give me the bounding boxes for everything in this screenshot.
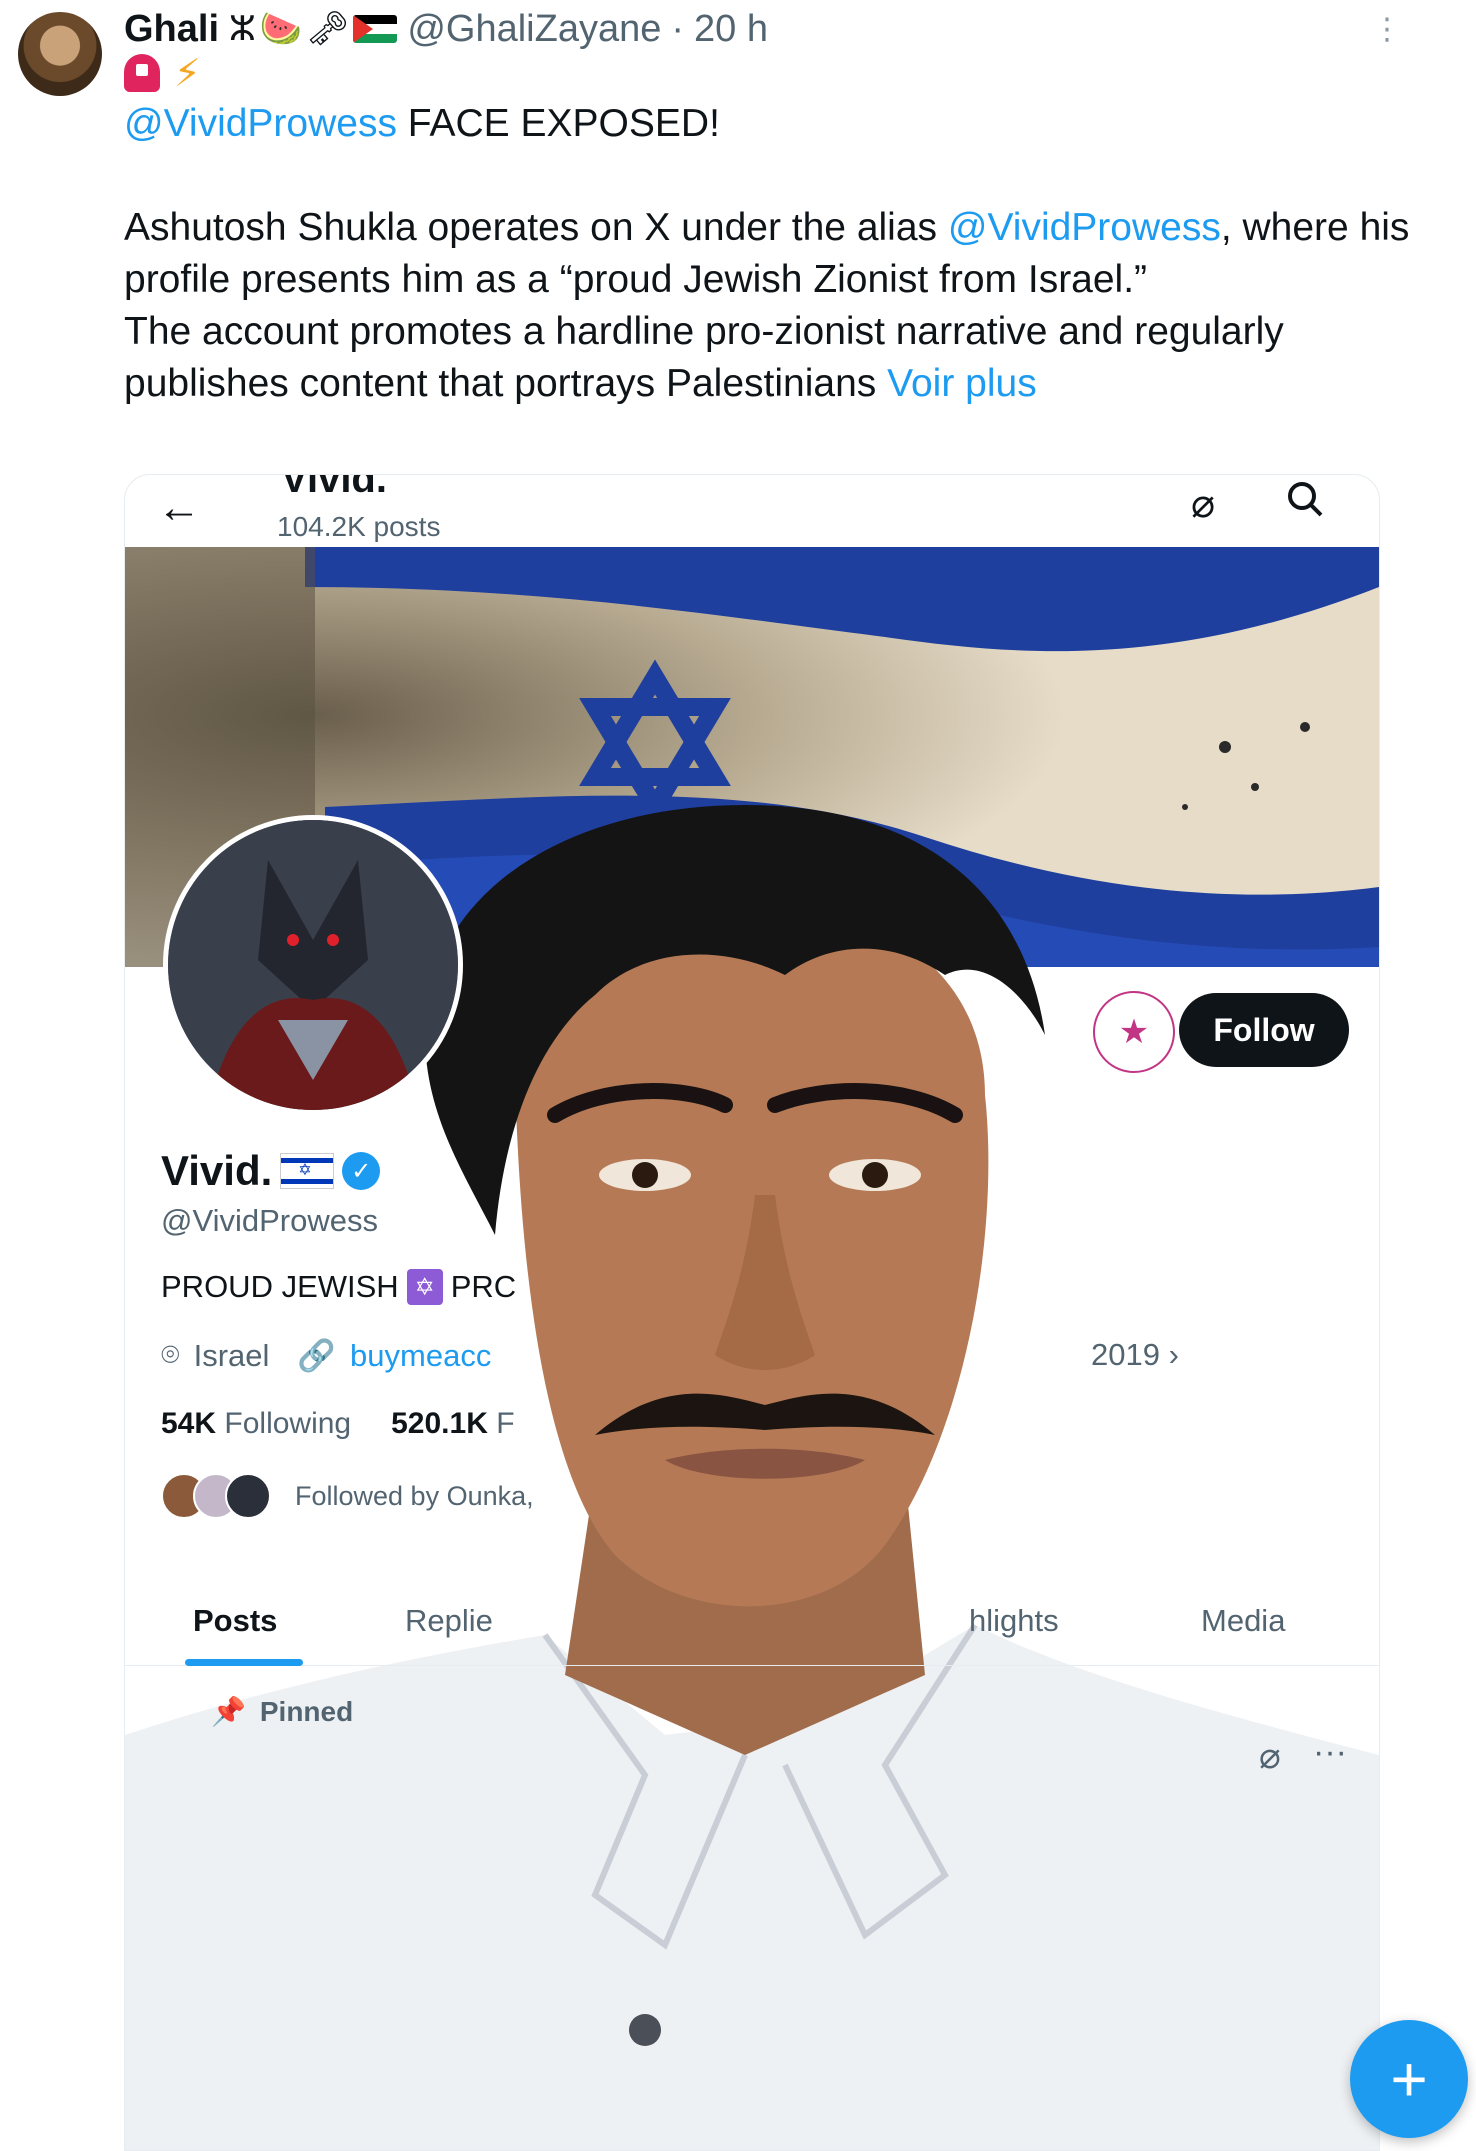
bio-text-a: PROUD JEWISH	[161, 1269, 399, 1304]
profile-bio: PROUD JEWISH ✡ PRC	[161, 1269, 516, 1305]
headline-text: FACE EXPOSED!	[396, 102, 720, 145]
star-of-david-icon: ✡	[406, 1269, 443, 1305]
author-emoji-group: ⵣ 🍉 🗝	[229, 9, 398, 49]
verified-badge-icon: ✓	[342, 1152, 381, 1190]
paragraph-2: The account promotes a hardline pro-zion…	[124, 310, 1284, 405]
author-emoji-row: ⚡	[124, 54, 201, 94]
tweet-time[interactable]: 20 h	[694, 8, 768, 51]
profile-meta: ⌾ Israel 🔗 buymeacc	[161, 1337, 491, 1374]
tab-posts[interactable]: Posts	[193, 1603, 277, 1639]
pinned-label: 📌 Pinned	[211, 1695, 353, 1728]
mutual-avatars	[161, 1473, 271, 1519]
tab-highlights[interactable]: hlights	[969, 1603, 1059, 1639]
tweet-text: @VividProwess FACE EXPOSED! Ashutosh Shu…	[124, 98, 1424, 410]
follow-button[interactable]: Follow	[1179, 993, 1349, 1067]
compose-plus-icon[interactable]: +	[1350, 2020, 1468, 2138]
followed-by-row[interactable]: Followed by Ounka,	[161, 1473, 534, 1519]
separator-dot: ·	[671, 7, 685, 50]
more-options-icon[interactable]: ⋮	[1372, 10, 1402, 50]
embedded-image[interactable]: ← Vivid. 104.2K posts ⌀ ★ Follow Vivid. …	[124, 474, 1380, 2151]
mention-link-2[interactable]: @VividProwess	[948, 206, 1221, 249]
following-stat[interactable]: 54K Following	[161, 1407, 351, 1441]
author-avatar[interactable]	[18, 12, 102, 96]
tab-media[interactable]: Media	[1201, 1603, 1285, 1639]
pinned-text: Pinned	[259, 1695, 354, 1727]
paragraph-1a: Ashutosh Shukla operates on X under the …	[124, 206, 948, 249]
pin-icon: 📌	[211, 1696, 246, 1727]
lightning-icon: ⚡	[174, 53, 201, 95]
followers-fragment: F	[496, 1407, 515, 1440]
profile-avatar[interactable]	[163, 815, 463, 1115]
siren-icon	[124, 54, 160, 92]
author-handle[interactable]: @GhaliZayane	[407, 8, 661, 51]
joined-date: 2019 ›	[1091, 1337, 1179, 1372]
post-more-icon: ···	[1313, 1733, 1347, 1771]
palestine-flag-icon	[353, 15, 398, 43]
profile-display-name: Vivid. ✡ ✓	[161, 1147, 381, 1195]
profile-handle: @VividProwess	[161, 1203, 378, 1238]
tab-replies[interactable]: Replie	[405, 1603, 493, 1639]
profile-link[interactable]: buymeacc	[350, 1338, 491, 1374]
display-name-text: Vivid.	[161, 1147, 273, 1194]
followers-count: 520.1K	[391, 1407, 488, 1440]
see-more-link[interactable]: Voir plus	[887, 362, 1037, 405]
israel-flag-icon: ✡	[280, 1153, 335, 1189]
following-label: Following	[224, 1407, 352, 1440]
followers-stat[interactable]: 520.1K F	[391, 1407, 514, 1441]
bio-text-b: PRC	[450, 1269, 517, 1304]
profile-stats: 54K Following 520.1K F	[161, 1407, 515, 1441]
following-count: 54K	[161, 1407, 217, 1440]
tweet-header: Ghali ⵣ 🍉 🗝 @GhaliZayane · 20 h	[124, 4, 768, 54]
key-icon: 🗝	[306, 10, 350, 48]
subscribe-icon[interactable]: ★	[1093, 991, 1175, 1073]
mention-link[interactable]: @VividProwess	[124, 102, 397, 145]
followed-by-text: Followed by Ounka,	[295, 1480, 534, 1511]
person-photo-overlay	[125, 805, 1379, 2150]
profile-tabs: Posts Replie hlights Media	[125, 1585, 1379, 1666]
post-grok-icon: ⌀	[1259, 1735, 1281, 1776]
symbol-icon: ⵣ	[229, 10, 256, 48]
profile-location: Israel	[193, 1337, 270, 1373]
joined-year: 2019	[1091, 1337, 1160, 1372]
location-pin-icon: ⌾	[161, 1337, 180, 1372]
wolf-avatar-image	[168, 820, 458, 1110]
active-tab-indicator	[185, 1659, 303, 1666]
watermelon-icon: 🍉	[259, 10, 303, 48]
author-name[interactable]: Ghali	[124, 8, 219, 51]
link-icon: 🔗	[297, 1338, 337, 1373]
